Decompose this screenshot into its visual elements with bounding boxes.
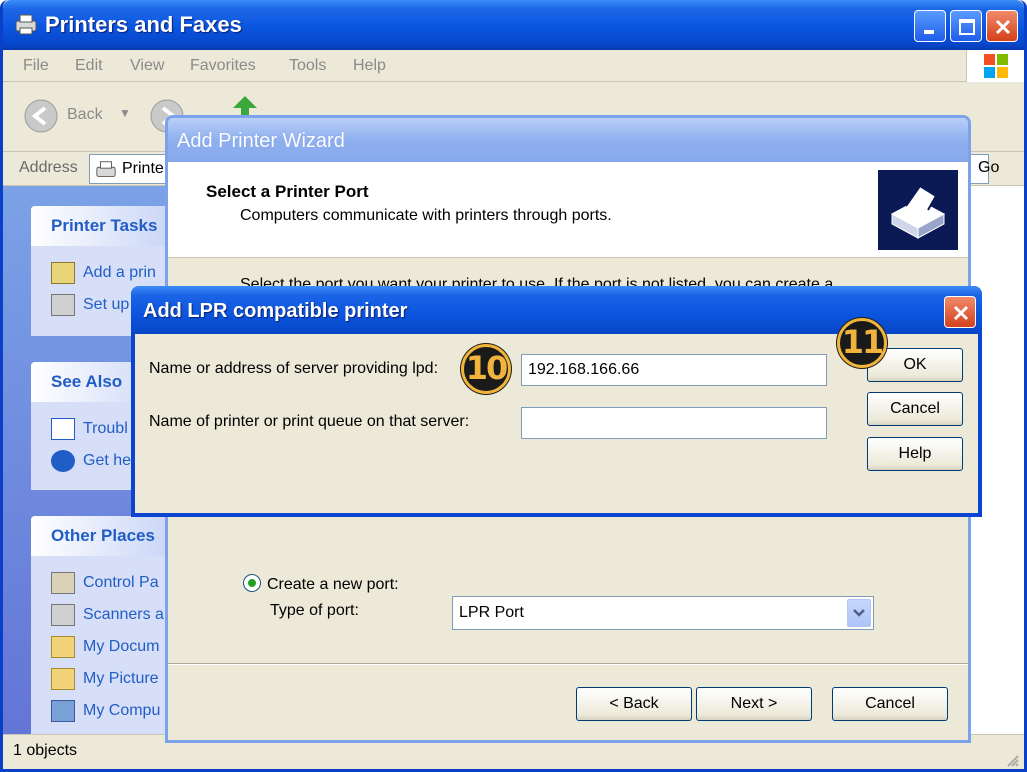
windows-logo-icon xyxy=(966,50,1024,82)
close-icon xyxy=(953,305,969,321)
type-of-port-label: Type of port: xyxy=(270,602,359,619)
wizard-header: Select a Printer Port Computers communic… xyxy=(168,162,968,258)
help-circle-icon xyxy=(51,450,75,472)
address-label: Address xyxy=(19,159,78,176)
create-new-port-label: Create a new port: xyxy=(267,576,399,593)
printer-tasks-title: Printer Tasks xyxy=(51,216,158,235)
fax-icon xyxy=(51,294,75,316)
printer-tasks-header[interactable]: Printer Tasks xyxy=(31,206,181,246)
resize-grip-icon[interactable] xyxy=(1004,752,1020,768)
other-places-title: Other Places xyxy=(51,526,155,545)
lpr-help-button[interactable]: Help xyxy=(867,437,963,471)
type-of-port-select[interactable]: LPR Port xyxy=(452,596,874,630)
status-text: 1 objects xyxy=(13,742,78,759)
print-queue-input[interactable] xyxy=(521,407,827,439)
sidebar-item-label: Add a prin xyxy=(83,264,156,282)
chevron-down-icon[interactable] xyxy=(847,599,871,627)
menu-view[interactable]: View xyxy=(130,57,164,75)
other-places-header[interactable]: Other Places xyxy=(31,516,181,556)
sidebar-item-label: Set up xyxy=(83,296,130,314)
minimize-button[interactable] xyxy=(914,10,946,42)
sidebar-item-label: Control Pa xyxy=(83,574,159,592)
wizard-header-subtitle: Computers communicate with printers thro… xyxy=(240,207,612,224)
wizard-divider xyxy=(168,663,968,665)
printer-icon xyxy=(96,161,116,177)
add-printer-icon xyxy=(51,262,75,284)
back-arrow-icon xyxy=(24,99,58,133)
lpr-dialog-title: Add LPR compatible printer xyxy=(143,300,408,322)
computer-icon xyxy=(51,700,75,722)
sidebar-item-label: Get he xyxy=(83,452,132,470)
server-address-input[interactable]: 192.168.166.66 xyxy=(521,354,827,386)
minimize-icon xyxy=(924,30,934,34)
wizard-title: Add Printer Wizard xyxy=(177,130,345,152)
address-value: Printe xyxy=(122,160,164,177)
sidebar-item-my-computer[interactable]: My Compu xyxy=(51,700,160,722)
step-11-marker: 11 xyxy=(837,318,887,368)
window-title-bar[interactable]: Printers and Faxes xyxy=(3,0,1024,50)
printer-wizard-icon xyxy=(878,170,958,250)
other-places-box: Other Places Control Pa Scanners a My Do… xyxy=(31,516,181,734)
control-panel-icon xyxy=(51,572,75,594)
wizard-next-button[interactable]: Next > xyxy=(696,687,812,721)
help-question-icon xyxy=(51,418,75,440)
close-button[interactable] xyxy=(986,10,1018,42)
scanner-icon xyxy=(51,604,75,626)
sidebar-item-my-documents[interactable]: My Docum xyxy=(51,636,159,658)
print-queue-label: Name of printer or print queue on that s… xyxy=(149,413,470,430)
chevron-down-icon: ▼ xyxy=(119,106,131,120)
wizard-title-bar[interactable]: Add Printer Wizard xyxy=(168,118,968,162)
step-10-marker: 10 xyxy=(461,344,511,394)
back-toolbar-button[interactable]: Back ▼ xyxy=(23,98,143,134)
server-address-label: Name or address of server providing lpd: xyxy=(149,360,439,377)
menu-bar: File Edit View Favorites Tools Help xyxy=(3,50,1024,82)
window-title: Printers and Faxes xyxy=(45,12,242,37)
sidebar-item-control-panel[interactable]: Control Pa xyxy=(51,572,159,594)
sidebar-item-label: My Compu xyxy=(83,702,161,720)
menu-file[interactable]: File xyxy=(23,57,49,75)
sidebar-item-my-pictures[interactable]: My Picture xyxy=(51,668,159,690)
sidebar-item-setup-fax[interactable]: Set up xyxy=(51,294,129,316)
menu-favorites[interactable]: Favorites xyxy=(190,57,256,75)
sidebar-item-label: My Docum xyxy=(83,638,160,656)
see-also-title: See Also xyxy=(51,372,123,391)
menu-tools[interactable]: Tools xyxy=(289,57,326,75)
sidebar-item-scanners[interactable]: Scanners a xyxy=(51,604,164,626)
maximize-button[interactable] xyxy=(950,10,982,42)
sidebar-item-add-printer[interactable]: Add a prin xyxy=(51,262,156,284)
sidebar-item-label: Troubl xyxy=(83,420,128,438)
radio-selected-icon xyxy=(243,574,261,592)
maximize-icon xyxy=(959,19,975,35)
sidebar-item-label: Scanners a xyxy=(83,606,164,624)
lpr-cancel-button[interactable]: Cancel xyxy=(867,392,963,426)
back-label: Back xyxy=(67,106,103,123)
create-new-port-radio[interactable]: Create a new port: xyxy=(243,574,399,594)
wizard-cancel-button[interactable]: Cancel xyxy=(832,687,948,721)
go-button[interactable]: Go xyxy=(978,159,999,177)
printer-icon xyxy=(15,14,37,35)
wizard-header-title: Select a Printer Port xyxy=(206,182,369,201)
folder-icon xyxy=(51,636,75,658)
server-address-value: 192.168.166.66 xyxy=(528,361,640,378)
sidebar-item-troubleshoot[interactable]: Troubl xyxy=(51,418,128,440)
sidebar-item-label: My Picture xyxy=(83,670,159,688)
close-icon xyxy=(995,19,1011,35)
wizard-back-button[interactable]: < Back xyxy=(576,687,692,721)
menu-help[interactable]: Help xyxy=(353,57,386,75)
type-of-port-value: LPR Port xyxy=(459,604,524,621)
folder-icon xyxy=(51,668,75,690)
lpr-close-button[interactable] xyxy=(944,296,976,328)
menu-edit[interactable]: Edit xyxy=(75,57,103,75)
sidebar-item-get-help[interactable]: Get he xyxy=(51,450,131,472)
